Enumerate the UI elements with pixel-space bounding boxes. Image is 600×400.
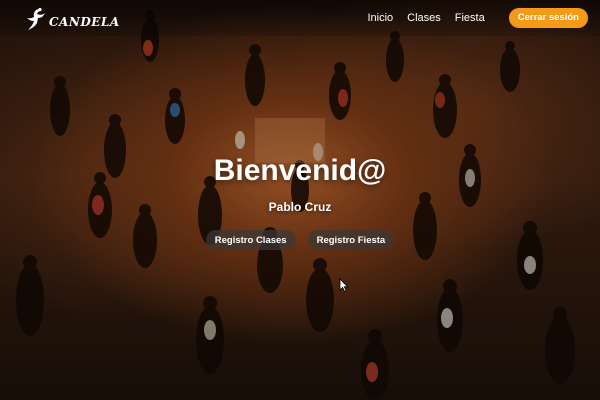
dancer-logo-icon — [27, 7, 45, 30]
brand-logo[interactable]: CANDELA — [24, 3, 120, 33]
top-navbar: CANDELA Inicio Clases Fiesta Cerrar sesi… — [0, 0, 600, 36]
nav-link-clases[interactable]: Clases — [407, 12, 441, 24]
user-name: Pablo Cruz — [268, 200, 332, 214]
brand-logo-text: CANDELA — [49, 15, 120, 29]
welcome-panel: Bienvenid@ Pablo Cruz Registro Clases Re… — [0, 153, 600, 250]
registration-actions: Registro Clases Registro Fiesta — [205, 230, 395, 250]
mouse-cursor-icon — [339, 278, 349, 292]
welcome-title: Bienvenid@ — [213, 154, 387, 187]
register-party-button[interactable]: Registro Fiesta — [307, 230, 395, 250]
nav-link-fiesta[interactable]: Fiesta — [455, 12, 485, 24]
register-classes-button[interactable]: Registro Clases — [205, 230, 296, 250]
nav-link-inicio[interactable]: Inicio — [367, 12, 393, 24]
nav-links: Inicio Clases Fiesta — [367, 12, 484, 24]
logout-button[interactable]: Cerrar sesión — [508, 8, 588, 28]
